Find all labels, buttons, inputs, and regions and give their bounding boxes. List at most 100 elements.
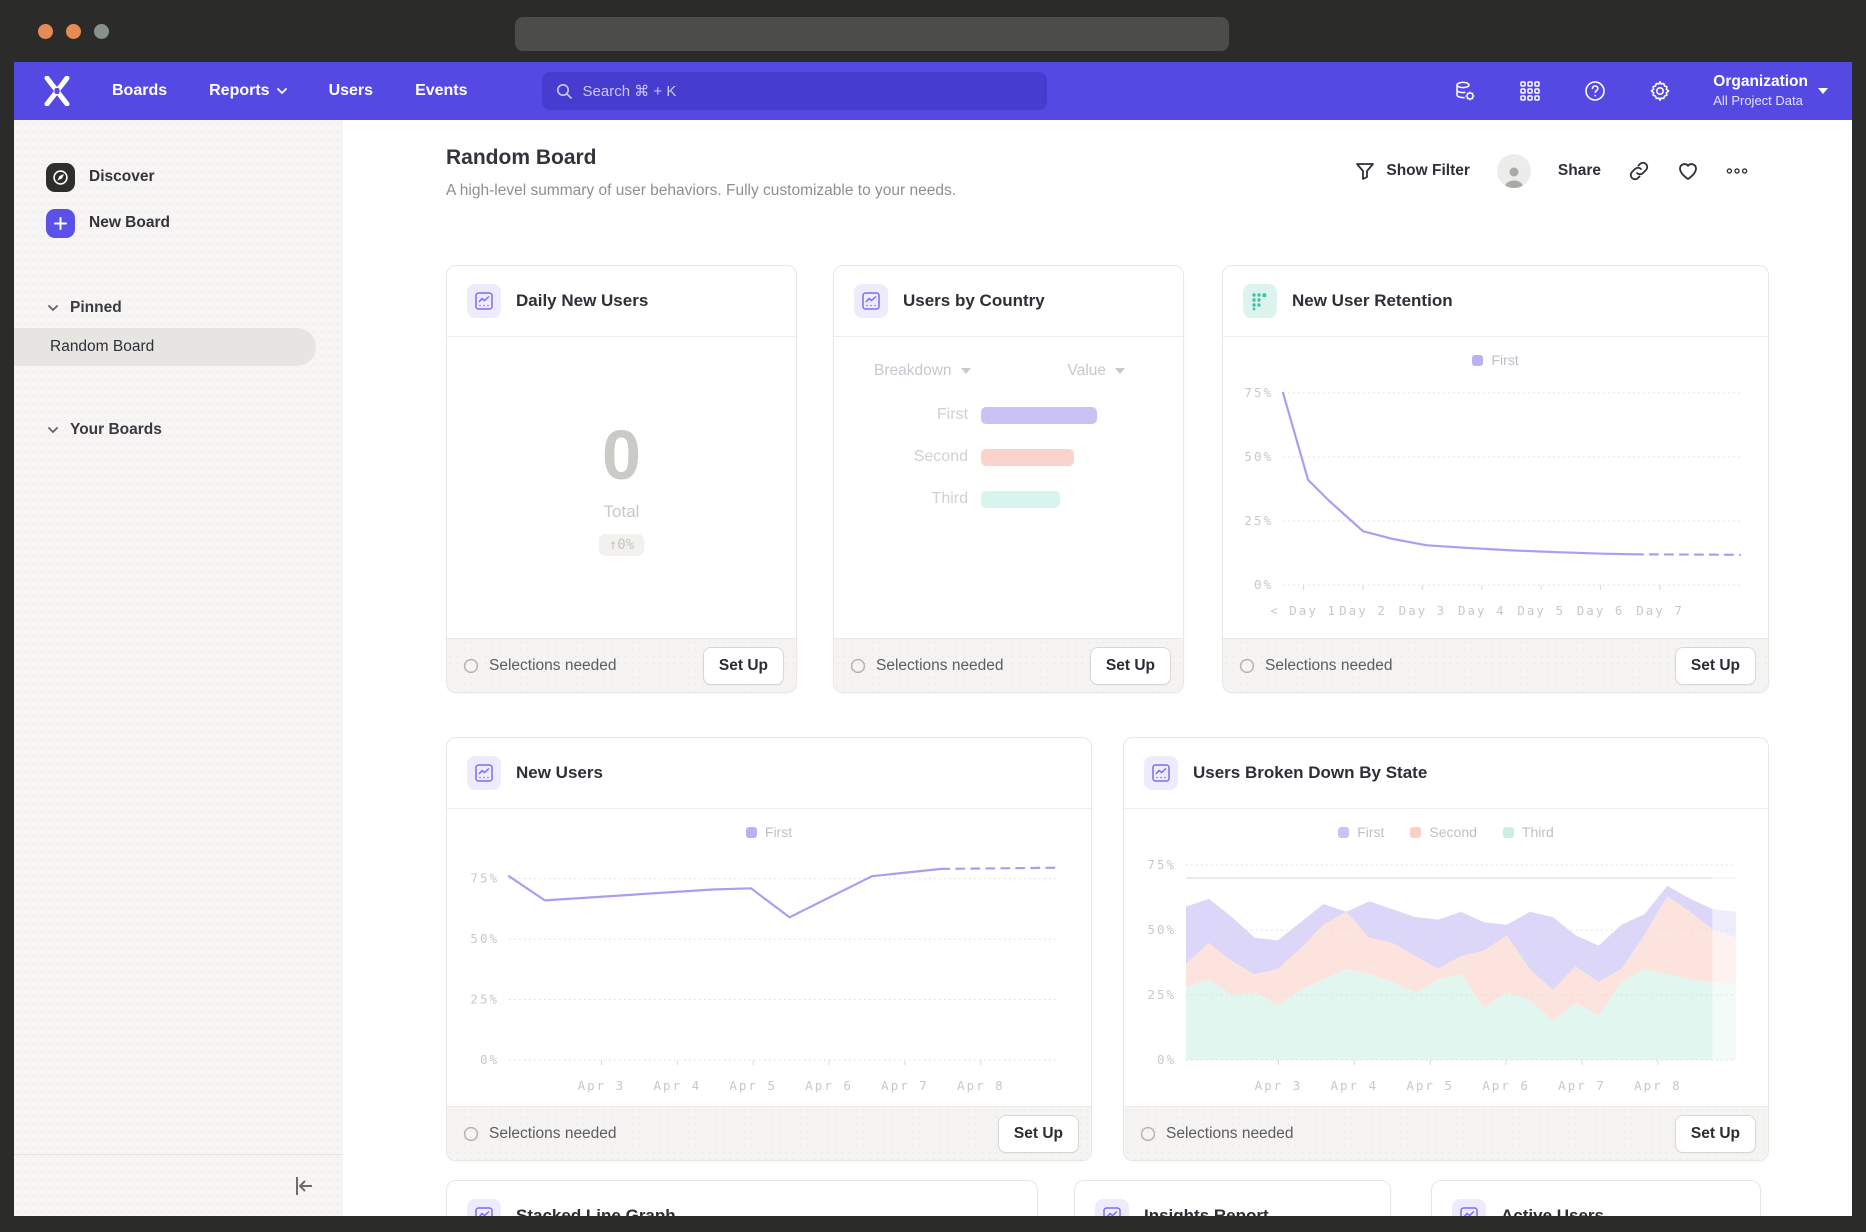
bar-label: Third (834, 490, 981, 508)
collapse-sidebar-icon[interactable] (291, 1173, 317, 1199)
card-header: Users Broken Down By State (1124, 738, 1768, 809)
breakdown-dropdown[interactable]: Breakdown (874, 362, 971, 380)
legend-swatch (746, 827, 757, 838)
search-placeholder: Search ⌘ + K (583, 82, 677, 100)
card-header: New Users (447, 738, 1091, 809)
legend-item: Third (1503, 824, 1554, 840)
apps-grid-icon[interactable] (1518, 79, 1542, 103)
svg-text:25%: 25% (1147, 987, 1176, 1002)
card-header: Stacked Line Graph (447, 1181, 1037, 1216)
status-circle-icon (1140, 1126, 1156, 1142)
card-header: New User Retention (1223, 266, 1768, 337)
board-actions: Show Filter Share (1354, 154, 1748, 188)
nav-item-reports[interactable]: Reports (209, 82, 286, 100)
svg-text:Apr 4: Apr 4 (653, 1078, 701, 1093)
card-active-users: Active Users (1431, 1180, 1761, 1216)
sidebar-item-random-board[interactable]: Random Board (14, 328, 316, 366)
sidebar-section-your-boards[interactable]: Your Boards (14, 410, 343, 450)
card-daily-new-users: Daily New Users 0 Total ↑0% Selections n… (446, 265, 797, 693)
card-new-users: New Users First 75%50%25%0%Apr 3Apr 4Apr… (446, 737, 1092, 1161)
card-header: Daily New Users (447, 266, 796, 337)
sidebar-item-new-board[interactable]: New Board (14, 200, 343, 246)
org-switcher[interactable]: Organization All Project Data (1713, 72, 1828, 109)
copy-link-icon[interactable] (1628, 160, 1650, 182)
svg-text:0%: 0% (1157, 1052, 1176, 1067)
favorite-heart-icon[interactable] (1677, 160, 1699, 182)
card-footer: Selections needed Set Up (834, 638, 1183, 692)
filter-funnel-icon (1354, 160, 1376, 182)
legend-item: First (746, 824, 792, 840)
status-text: Selections needed (463, 1125, 617, 1143)
set-up-button[interactable]: Set Up (1090, 647, 1171, 685)
share-button[interactable]: Share (1558, 162, 1601, 180)
svg-text:25%: 25% (1244, 513, 1273, 528)
retention-line-chart[interactable]: 75%50%25%0%< Day 1Day 2Day 3Day 4Day 5Da… (1231, 368, 1756, 623)
set-up-button[interactable]: Set Up (1675, 647, 1756, 685)
sidebar-section-label: Your Boards (70, 421, 162, 439)
zoom-window-button[interactable] (94, 24, 109, 39)
legend-label: First (765, 824, 792, 840)
chart-legend: FirstSecondThird (1124, 810, 1768, 840)
nav-item-users[interactable]: Users (329, 82, 373, 100)
nav-utilities: Organization All Project Data (1453, 72, 1828, 109)
more-options-icon[interactable] (1726, 160, 1748, 182)
address-bar[interactable] (515, 17, 1229, 51)
page-subtitle: A high-level summary of user behaviors. … (446, 182, 956, 200)
svg-text:Apr 8: Apr 8 (957, 1078, 1005, 1093)
svg-text:0%: 0% (480, 1052, 499, 1067)
svg-text:Apr 5: Apr 5 (729, 1078, 777, 1093)
line-chart-icon (467, 1199, 501, 1216)
svg-text:Apr 6: Apr 6 (1482, 1078, 1530, 1093)
status-text: Selections needed (463, 657, 617, 675)
show-filter-button[interactable]: Show Filter (1354, 160, 1470, 182)
status-circle-icon (1239, 658, 1255, 674)
search-input[interactable]: Search ⌘ + K (542, 72, 1047, 110)
svg-text:Apr 3: Apr 3 (1255, 1078, 1303, 1093)
stacked-area-chart[interactable]: 75%50%25%0%Apr 3Apr 4Apr 5Apr 6Apr 7Apr … (1134, 840, 1752, 1098)
chevron-down-icon (48, 305, 58, 312)
page-title: Random Board (446, 146, 597, 170)
card-title: Users Broken Down By State (1193, 763, 1427, 783)
bar-row: First (834, 406, 1183, 424)
data-management-icon[interactable] (1453, 79, 1477, 103)
bar (981, 407, 1097, 424)
nav-item-boards[interactable]: Boards (112, 82, 167, 100)
sidebar-section-pinned[interactable]: Pinned (14, 288, 343, 328)
set-up-button[interactable]: Set Up (1675, 1115, 1756, 1153)
close-window-button[interactable] (38, 24, 53, 39)
nav-item-label: Reports (209, 82, 269, 100)
minimize-window-button[interactable] (66, 24, 81, 39)
set-up-button[interactable]: Set Up (703, 647, 784, 685)
avatar[interactable] (1497, 154, 1531, 188)
bar-label: Second (834, 448, 981, 466)
settings-gear-icon[interactable] (1648, 79, 1672, 103)
nav-item-label: Users (329, 82, 373, 100)
status-text: Selections needed (1239, 657, 1393, 675)
sidebar-section-label: Pinned (70, 299, 122, 317)
svg-text:75%: 75% (1147, 857, 1176, 872)
top-nav: Boards Reports Users Events Search ⌘ + K (14, 62, 1852, 120)
new-users-line-chart[interactable]: 75%50%25%0%Apr 3Apr 4Apr 5Apr 6Apr 7Apr … (457, 840, 1075, 1098)
legend-item: First (1472, 352, 1518, 368)
sidebar-item-discover[interactable]: Discover (14, 154, 343, 200)
chevron-down-icon (961, 368, 971, 374)
svg-text:50%: 50% (1244, 449, 1273, 464)
nav-item-events[interactable]: Events (415, 82, 467, 100)
mixpanel-logo-icon[interactable] (44, 76, 70, 106)
card-title: New Users (516, 763, 603, 783)
svg-text:Apr 4: Apr 4 (1330, 1078, 1378, 1093)
card-header: Users by Country (834, 266, 1183, 337)
card-footer: Selections needed Set Up (1223, 638, 1768, 692)
set-up-button[interactable]: Set Up (998, 1115, 1079, 1153)
nav-item-label: Boards (112, 82, 167, 100)
board-main: Random Board A high-level summary of use… (343, 120, 1852, 1216)
card-header: Insights Report (1075, 1181, 1390, 1216)
legend-item: First (1338, 824, 1384, 840)
status-text: Selections needed (1140, 1125, 1294, 1143)
help-icon[interactable] (1583, 79, 1607, 103)
card-title: Daily New Users (516, 291, 648, 311)
card-insights-report: Insights Report (1074, 1180, 1391, 1216)
chevron-down-icon (48, 427, 58, 434)
value-dropdown[interactable]: Value (1068, 362, 1126, 380)
status-circle-icon (463, 658, 479, 674)
